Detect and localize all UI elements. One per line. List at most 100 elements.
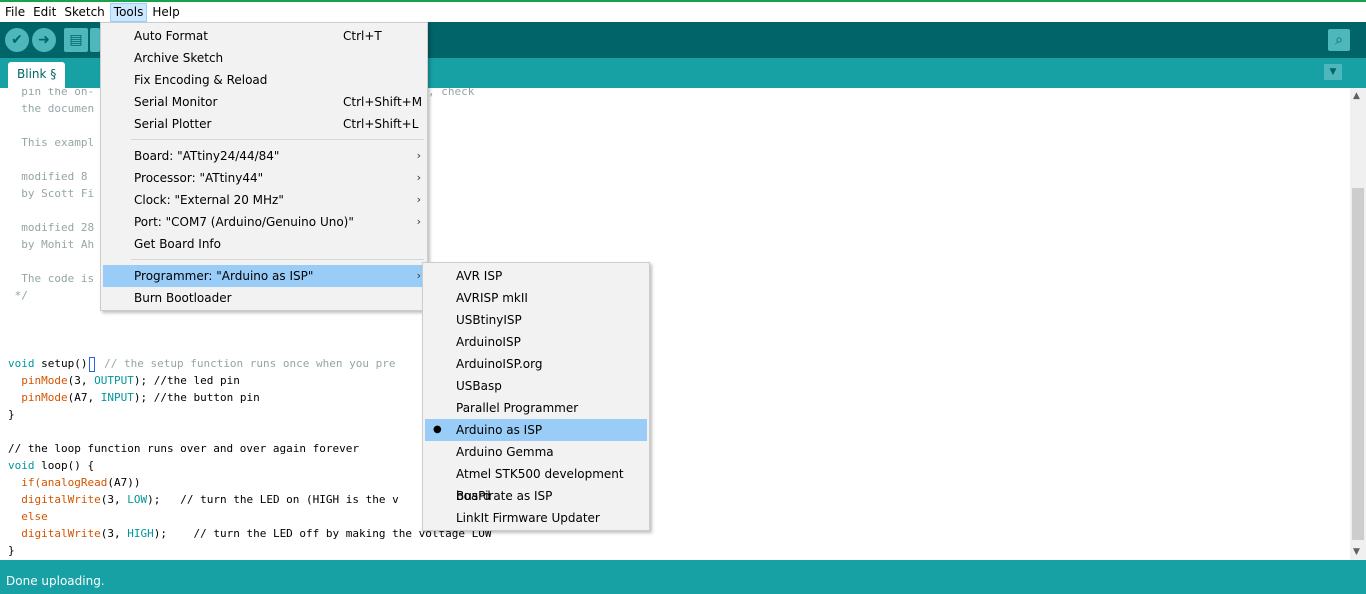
- programmer-option[interactable]: Atmel STK500 development board: [425, 463, 647, 503]
- code-line: digitalWrite(3, LOW); // turn the LED on…: [8, 491, 399, 508]
- shortcut-label: Ctrl+Shift+L: [343, 117, 419, 131]
- code-comment: // the setup function runs once when you…: [97, 357, 396, 370]
- menu-item-board[interactable]: Board: "ATtiny24/44/84" ›: [103, 145, 425, 167]
- code-line: by Scott Fi: [8, 187, 95, 200]
- menu-tools[interactable]: Tools: [109, 2, 148, 22]
- menu-help[interactable]: Help: [149, 3, 182, 22]
- code-token: (3,: [67, 374, 95, 387]
- programmer-option-selected[interactable]: ● Arduino as ISP: [425, 419, 647, 441]
- code-token: ); //the led pin: [133, 374, 240, 387]
- code-line: }: [8, 408, 15, 421]
- menu-item-clock[interactable]: Clock: "External 20 MHz" ›: [103, 189, 425, 211]
- code-token: (3,: [100, 493, 128, 506]
- menu-sketch[interactable]: Sketch: [61, 3, 107, 22]
- arrow-right-icon: ➜: [38, 32, 50, 48]
- scroll-thumb[interactable]: [1352, 188, 1364, 540]
- verify-button[interactable]: ✔: [5, 28, 29, 52]
- code-comment: // the loop function runs over and over …: [8, 442, 359, 455]
- programmer-option[interactable]: USBasp: [425, 375, 647, 397]
- code-line: pinMode(3, OUTPUT); //the led pin: [8, 372, 240, 389]
- chevron-right-icon: ›: [416, 269, 421, 282]
- menu-item-archive-sketch[interactable]: Archive Sketch: [103, 47, 425, 69]
- text-cursor: [89, 356, 96, 372]
- editor-scrollbar[interactable]: ▲ ▼: [1350, 88, 1366, 560]
- code-constant: INPUT: [100, 391, 134, 404]
- code-line: void loop() {: [8, 457, 94, 474]
- menu-separator: [131, 259, 424, 260]
- programmer-option[interactable]: BusPirate as ISP: [425, 485, 647, 507]
- code-line: modified 28: [8, 221, 95, 234]
- programmer-option[interactable]: Parallel Programmer: [425, 397, 647, 419]
- menu-edit[interactable]: Edit: [30, 3, 59, 22]
- code-token: loop() {: [34, 459, 95, 472]
- code-token: setup(): [34, 357, 88, 370]
- tab-menu-button[interactable]: ▼: [1324, 64, 1342, 80]
- programmer-option[interactable]: Arduino Gemma: [425, 441, 647, 463]
- code-line: The code is: [8, 272, 95, 285]
- code-function: pinMode: [21, 374, 68, 387]
- menu-separator: [131, 139, 424, 140]
- tools-dropdown-menu: Auto Format Ctrl+T Archive Sketch Fix Enc…: [100, 22, 428, 311]
- menu-item-serial-monitor[interactable]: Serial Monitor Ctrl+Shift+M: [103, 91, 425, 113]
- shortcut-label: Ctrl+T: [343, 29, 382, 43]
- shortcut-label: Ctrl+Shift+M: [343, 95, 423, 109]
- code-line: }: [8, 544, 15, 557]
- menu-item-serial-plotter[interactable]: Serial Plotter Ctrl+Shift+L: [103, 113, 425, 135]
- code-constant: LOW: [127, 493, 148, 506]
- code-line: void setup() // the setup function runs …: [8, 355, 396, 372]
- programmer-submenu: AVR ISP AVRISP mkII USBtinyISP ArduinoIS…: [422, 262, 650, 531]
- chevron-right-icon: ›: [416, 215, 421, 228]
- tab-blink[interactable]: Blink §: [8, 62, 66, 88]
- menu-item-auto-format[interactable]: Auto Format Ctrl+T: [103, 25, 425, 47]
- menu-item-port[interactable]: Port: "COM7 (Arduino/Genuino Uno)" ›: [103, 211, 425, 233]
- new-button[interactable]: ▤: [64, 28, 88, 52]
- programmer-option[interactable]: LinkIt Firmware Updater: [425, 507, 647, 529]
- code-keyword: void: [8, 357, 35, 370]
- code-token: (A7)): [107, 476, 141, 489]
- menu-item-processor[interactable]: Processor: "ATtiny44" ›: [103, 167, 425, 189]
- menu-item-fix-encoding[interactable]: Fix Encoding & Reload: [103, 69, 425, 91]
- code-function: analogRead: [41, 476, 108, 489]
- programmer-option[interactable]: AVR ISP: [425, 265, 647, 287]
- code-line: digitalWrite(3, HIGH); // turn the LED o…: [8, 525, 491, 542]
- code-line: pin the on-: [8, 88, 95, 98]
- code-line: modified 8: [8, 170, 95, 183]
- scroll-up-icon[interactable]: ▲: [1353, 91, 1360, 101]
- programmer-option[interactable]: AVRISP mkII: [425, 287, 647, 309]
- check-icon: ✔: [11, 32, 23, 48]
- menu-bar: File Edit Sketch Tools Help: [0, 2, 1366, 22]
- chevron-right-icon: ›: [416, 149, 421, 162]
- chevron-right-icon: ›: [416, 171, 421, 184]
- code-function: digitalWrite: [21, 527, 101, 540]
- code-token: ); // turn the LED on (HIGH is the v: [147, 493, 399, 506]
- code-line: by Mohit Ah: [8, 238, 95, 251]
- menu-item-programmer[interactable]: Programmer: "Arduino as ISP" ›: [103, 265, 425, 287]
- open-button[interactable]: [90, 28, 100, 52]
- code-line: */: [8, 289, 28, 302]
- programmer-option[interactable]: ArduinoISP.org: [425, 353, 647, 375]
- chevron-right-icon: ›: [416, 193, 421, 206]
- code-function: digitalWrite: [21, 493, 101, 506]
- status-bar: Done uploading.: [0, 560, 1366, 594]
- code-line: // the loop function runs over and over …: [8, 440, 359, 457]
- magnifier-icon: ⌕: [1335, 32, 1343, 48]
- code-keyword: void: [8, 459, 35, 472]
- upload-button[interactable]: ➜: [32, 28, 56, 52]
- radio-dot-icon: ●: [433, 424, 442, 435]
- code-line: This exampl: [8, 136, 95, 149]
- code-line: else: [8, 510, 48, 523]
- code-constant: OUTPUT: [94, 374, 134, 387]
- menu-file[interactable]: File: [2, 3, 28, 22]
- programmer-option[interactable]: ArduinoISP: [425, 331, 647, 353]
- menu-item-get-board-info[interactable]: Get Board Info: [103, 233, 425, 255]
- serial-monitor-button[interactable]: ⌕: [1328, 29, 1350, 51]
- code-function: pinMode: [21, 391, 68, 404]
- menu-item-burn-bootloader[interactable]: Burn Bootloader: [103, 287, 425, 309]
- code-token: (A7,: [67, 391, 101, 404]
- scroll-down-icon[interactable]: ▼: [1353, 547, 1360, 557]
- status-message: Done uploading.: [6, 574, 105, 588]
- programmer-option[interactable]: USBtinyISP: [425, 309, 647, 331]
- code-line: if(analogRead(A7)): [8, 474, 140, 491]
- code-token: ); //the button pin: [133, 391, 260, 404]
- code-line: pinMode(A7, INPUT); //the button pin: [8, 389, 260, 406]
